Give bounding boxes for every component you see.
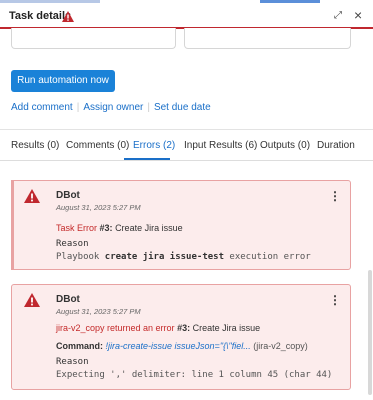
more-options-icon[interactable]: ⋮ (329, 189, 341, 203)
link-separator: | (147, 102, 150, 113)
reason-suffix: execution error (229, 252, 311, 262)
tab-errors[interactable]: Errors (2) (133, 140, 175, 151)
error-timestamp: August 31, 2023 5:27 PM (56, 203, 141, 212)
top-strip-segment-active (260, 0, 320, 3)
error-card: DBot August 31, 2023 5:27 PM ⋮ Task Erro… (11, 180, 351, 270)
top-strip-segment (0, 0, 100, 3)
task-name: Create Jira issue (115, 223, 183, 233)
run-automation-button[interactable]: Run automation now (11, 70, 115, 92)
command-label: Command: (56, 341, 103, 351)
tab-comments[interactable]: Comments (0) (66, 140, 129, 151)
active-tab-indicator (124, 158, 170, 160)
error-author: DBot (56, 294, 80, 305)
error-label: jira-v2_copy returned an error (56, 323, 175, 333)
error-label: Task Error (56, 223, 98, 233)
warning-icon (24, 189, 40, 208)
tab-outputs[interactable]: Outputs (0) (260, 140, 310, 151)
reason-text: Playbook create jira issue-test executio… (56, 252, 311, 262)
link-separator: | (76, 102, 80, 113)
more-options-icon[interactable]: ⋮ (329, 293, 341, 307)
error-timestamp: August 31, 2023 5:27 PM (56, 307, 141, 316)
task-name: Create Jira issue (192, 323, 261, 333)
expand-icon[interactable]: ⤢ (334, 10, 342, 21)
field-box-right[interactable] (184, 28, 351, 49)
assign-owner-link[interactable]: Assign owner (83, 102, 143, 113)
set-due-date-link[interactable]: Set due date (154, 102, 211, 113)
error-card: DBot August 31, 2023 5:27 PM ⋮ jira-v2_c… (11, 284, 351, 390)
tab-results[interactable]: Results (0) (11, 140, 59, 151)
action-links: Add comment | Assign owner | Set due date (11, 102, 211, 113)
command-value[interactable]: !jira-create-issue issueJson="{\"fiel... (106, 341, 251, 351)
error-title-line: jira-v2_copy returned an error #3: Creat… (56, 323, 260, 333)
card-accent (11, 180, 14, 270)
task-ref: #3: (99, 223, 113, 233)
error-title-line: Task Error #3: Create Jira issue (56, 223, 183, 233)
tab-input-results[interactable]: Input Results (6) (184, 140, 257, 151)
reason-label: Reason (56, 357, 89, 367)
warning-icon (24, 293, 40, 312)
command-source: (jira-v2_copy) (253, 341, 308, 351)
field-box-left[interactable] (11, 28, 176, 49)
close-icon[interactable]: × (354, 7, 362, 23)
error-author: DBot (56, 190, 80, 201)
task-ref: #3: (177, 323, 191, 333)
tab-bar: Results (0) Comments (0) Errors (2) Inpu… (0, 130, 373, 161)
reason-prefix: Playbook (56, 252, 100, 262)
warning-icon (62, 9, 74, 27)
command-line: Command: !jira-create-issue issueJson="{… (56, 341, 308, 351)
add-comment-link[interactable]: Add comment (11, 102, 73, 113)
reason-text: Expecting ',' delimiter: line 1 column 4… (56, 370, 333, 380)
task-details-header: Task details ⤢ × (0, 5, 373, 29)
reason-label: Reason (56, 239, 89, 249)
scrollbar[interactable] (368, 270, 372, 395)
tab-duration[interactable]: Duration (317, 140, 355, 151)
reason-playbook: create jira issue-test (104, 252, 224, 262)
